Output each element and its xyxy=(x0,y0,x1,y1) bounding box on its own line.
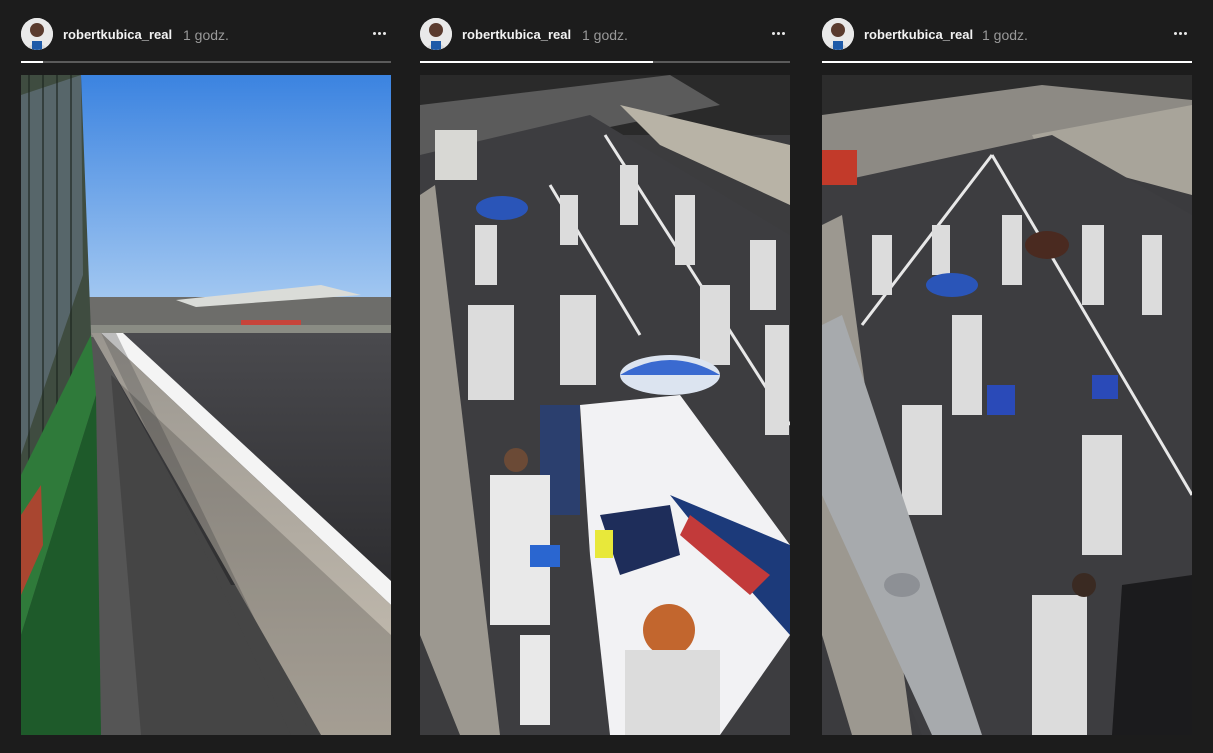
story-progress-fill xyxy=(822,61,1192,63)
story-media-grid-mechanics[interactable] xyxy=(822,75,1192,735)
username[interactable]: robertkubica_real xyxy=(462,27,571,42)
story-header: robertkubica_real 1 godz. xyxy=(822,17,1192,53)
more-options-icon[interactable] xyxy=(367,21,391,45)
profile-avatar[interactable] xyxy=(420,18,452,50)
post-time: 1 godz. xyxy=(582,27,628,43)
story-progress-bar xyxy=(822,61,1192,63)
story-card-3[interactable]: robertkubica_real 1 godz. xyxy=(822,0,1192,753)
story-media-track-pit-wall[interactable] xyxy=(21,75,391,735)
story-progress-fill xyxy=(21,61,44,63)
username[interactable]: robertkubica_real xyxy=(63,27,172,42)
username[interactable]: robertkubica_real xyxy=(864,27,973,42)
story-media-grid-car[interactable] xyxy=(420,75,790,735)
post-time: 1 godz. xyxy=(982,27,1028,43)
more-options-icon[interactable] xyxy=(1168,21,1192,45)
profile-avatar[interactable] xyxy=(822,18,854,50)
profile-avatar[interactable] xyxy=(21,18,53,50)
story-header: robertkubica_real 1 godz. xyxy=(21,17,391,53)
story-header: robertkubica_real 1 godz. xyxy=(420,17,790,53)
story-progress-bar xyxy=(420,61,790,63)
story-card-1[interactable]: robertkubica_real 1 godz. xyxy=(21,0,391,753)
story-card-2[interactable]: robertkubica_real 1 godz. xyxy=(420,0,790,753)
post-time: 1 godz. xyxy=(183,27,229,43)
story-progress-fill xyxy=(420,61,654,63)
story-progress-bar xyxy=(21,61,391,63)
more-options-icon[interactable] xyxy=(766,21,790,45)
